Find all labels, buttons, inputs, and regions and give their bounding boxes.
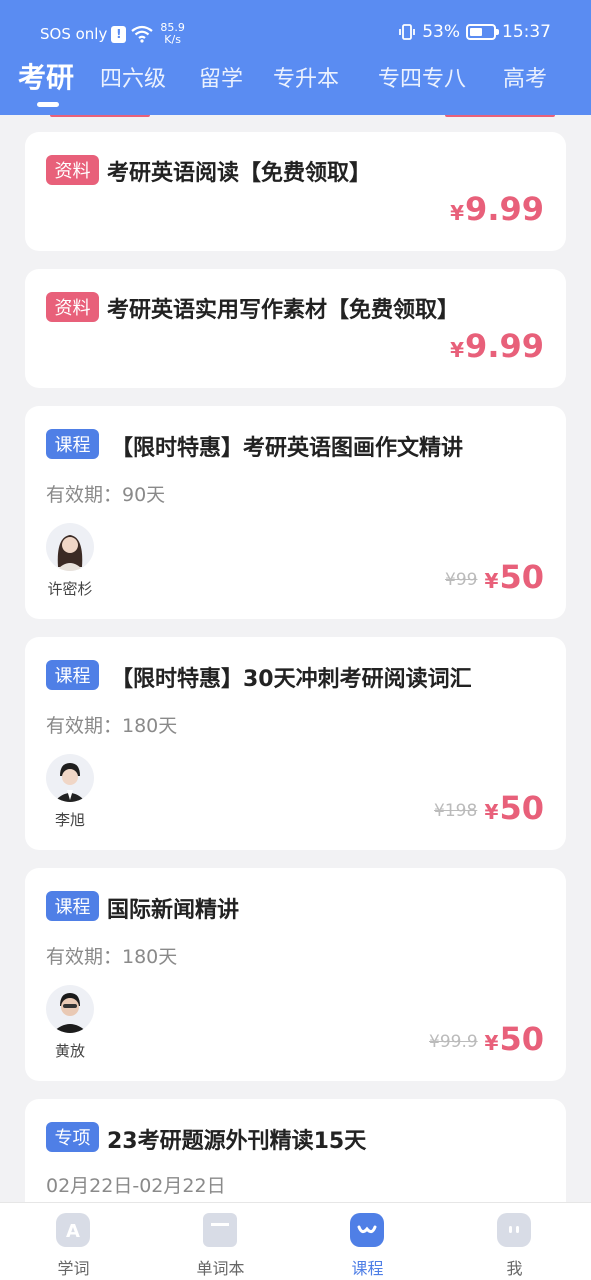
course-card[interactable]: 课程 【限时特惠】考研英语图画作文精讲 有效期：90天 许密杉 ¥99 ¥50: [25, 406, 566, 619]
category-tag: 资料: [46, 292, 99, 322]
nav-courses[interactable]: 课程: [294, 1203, 441, 1280]
battery-icon: [466, 24, 499, 40]
nav-profile[interactable]: 我: [441, 1203, 588, 1280]
category-tag: 课程: [46, 429, 99, 459]
teacher-name: 李旭: [54, 811, 85, 829]
wordbook-icon: [203, 1213, 237, 1247]
original-price: ¥99: [445, 570, 478, 590]
clock: 15:37: [502, 22, 551, 42]
nav-study-words[interactable]: A 学词: [0, 1203, 147, 1280]
prev-card-edge: [445, 115, 555, 117]
svg-text:A: A: [66, 1221, 80, 1242]
teacher-avatar: [46, 523, 94, 571]
bottom-navigation: A 学词 单词本 课程 我: [0, 1202, 591, 1280]
sos-alert-icon: !: [111, 25, 127, 43]
validity-period: 有效期：180天: [46, 715, 178, 737]
course-title: 【限时特惠】30天冲刺考研阅读词汇: [111, 667, 472, 692]
avatar-icon: [56, 535, 84, 571]
teacher-avatar: [46, 985, 94, 1033]
teacher-name: 黄放: [54, 1042, 85, 1060]
course-title: 23考研题源外刊精读15天: [107, 1129, 367, 1154]
network-speed: 85.9 K/s: [160, 21, 185, 46]
validity-period: 有效期：90天: [46, 484, 166, 506]
avatar-icon: [52, 993, 88, 1033]
profile-icon: [497, 1213, 531, 1247]
teacher-avatar: [46, 754, 94, 802]
avatar-icon: [54, 763, 86, 802]
category-tag: 专项: [46, 1122, 99, 1152]
wifi-icon: [131, 25, 154, 43]
study-words-icon: A: [56, 1213, 90, 1247]
original-price: ¥99.9: [429, 1032, 478, 1052]
tab-cet46[interactable]: 四六级: [100, 61, 166, 93]
course-card[interactable]: 专项 23考研题源外刊精读15天 02月22日-02月22日: [25, 1099, 566, 1202]
tab-zhuanshengben[interactable]: 专升本: [273, 61, 339, 93]
price: ¥50: [484, 1020, 544, 1058]
carrier-text: SOS only: [40, 25, 108, 43]
active-tab-indicator: [37, 102, 59, 107]
header: SOS only ! 85.9 K/s 53% 15:37 考研 四六级 留学 …: [0, 0, 591, 115]
status-bar: SOS only ! 85.9 K/s 53% 15:37: [0, 18, 591, 48]
price: ¥50: [484, 558, 544, 596]
tab-kaoyan[interactable]: 考研: [18, 56, 74, 96]
product-title: 考研英语阅读【免费领取】: [107, 161, 372, 186]
product-title: 考研英语实用写作素材【免费领取】: [107, 298, 460, 323]
prev-card-edge: [50, 115, 150, 117]
vibrate-icon: [399, 24, 416, 40]
category-tabs: 考研 四六级 留学 专升本 专四专八 高考: [0, 58, 591, 98]
courses-icon: [350, 1213, 384, 1247]
price: ¥9.99: [450, 190, 544, 228]
product-card[interactable]: 资料 考研英语阅读【免费领取】 ¥9.99: [25, 132, 566, 251]
course-date-range: 02月22日-02月22日: [46, 1175, 226, 1197]
category-tag: 课程: [46, 660, 99, 690]
course-title: 国际新闻精讲: [107, 898, 240, 923]
tab-gaokao[interactable]: 高考: [503, 61, 547, 93]
category-tag: 资料: [46, 155, 99, 185]
price: ¥50: [484, 789, 544, 827]
category-tag: 课程: [46, 891, 99, 921]
product-list[interactable]: 资料 考研英语阅读【免费领取】 ¥9.99 资料 考研英语实用写作素材【免费领取…: [0, 115, 591, 1202]
tab-study-abroad[interactable]: 留学: [199, 61, 243, 93]
battery-percent: 53%: [422, 22, 460, 42]
course-title: 【限时特惠】考研英语图画作文精讲: [111, 436, 464, 461]
price: ¥9.99: [450, 327, 544, 365]
product-card[interactable]: 资料 考研英语实用写作素材【免费领取】 ¥9.99: [25, 269, 566, 388]
original-price: ¥198: [434, 801, 478, 821]
course-card[interactable]: 课程 【限时特惠】30天冲刺考研阅读词汇 有效期：180天 李旭 ¥198 ¥5…: [25, 637, 566, 850]
nav-wordbook[interactable]: 单词本: [147, 1203, 294, 1280]
teacher-name: 许密杉: [47, 580, 93, 598]
tab-tem48[interactable]: 专四专八: [378, 61, 466, 93]
course-card[interactable]: 课程 国际新闻精讲 有效期：180天 黄放 ¥99.9 ¥50: [25, 868, 566, 1081]
validity-period: 有效期：180天: [46, 946, 178, 968]
